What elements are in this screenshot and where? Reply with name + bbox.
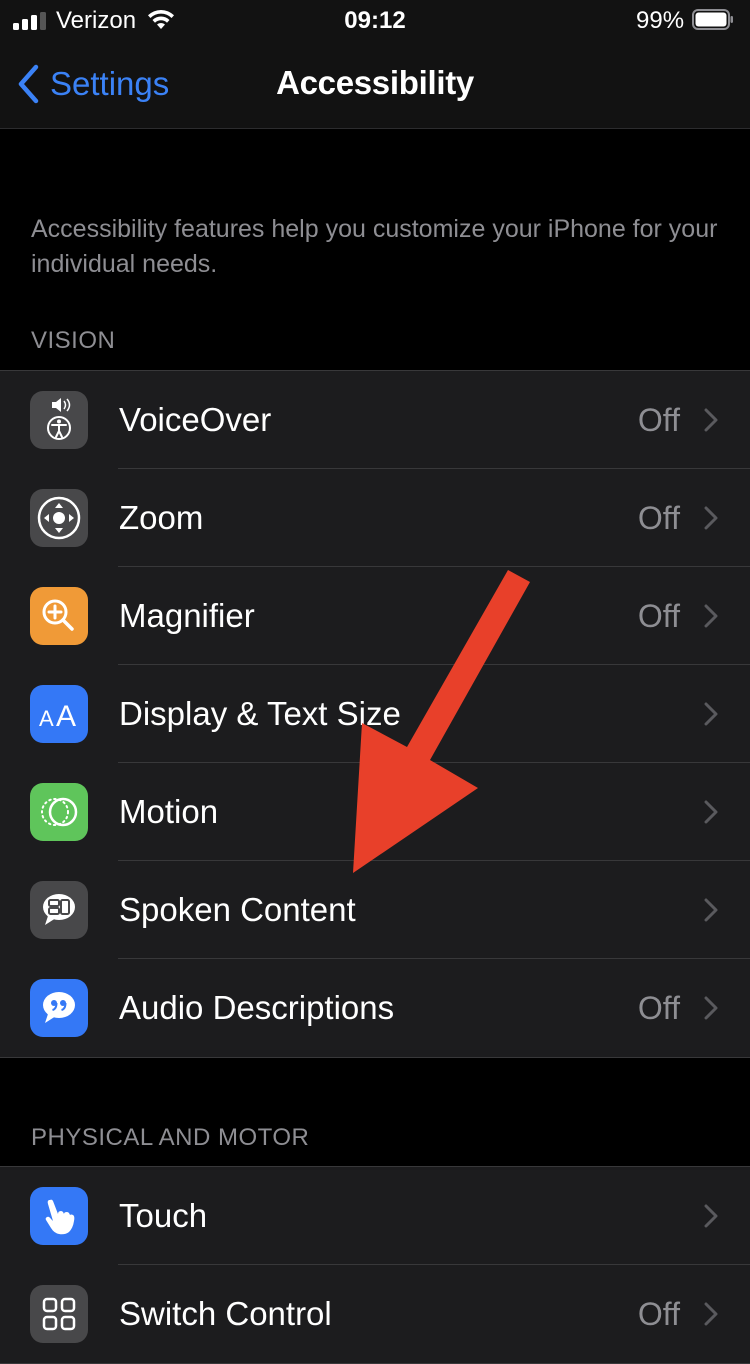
svg-text:A: A xyxy=(56,700,76,729)
text-size-icon: A A xyxy=(30,685,88,743)
chevron-right-icon xyxy=(704,1302,718,1326)
row-value: Off xyxy=(637,1296,680,1332)
chevron-right-icon xyxy=(704,506,718,530)
row-value: Off xyxy=(637,402,680,438)
row-value: Off xyxy=(637,500,680,536)
switch-control-icon xyxy=(30,1285,88,1343)
row-zoom[interactable]: Zoom Off xyxy=(0,469,750,567)
row-label: Magnifier xyxy=(119,597,255,634)
row-spoken-content[interactable]: Spoken Content xyxy=(0,861,750,959)
row-motion[interactable]: Motion xyxy=(0,763,750,861)
audio-descriptions-icon xyxy=(30,979,88,1037)
battery-icon xyxy=(692,9,733,30)
status-bar: Verizon 09:12 99% xyxy=(0,0,750,40)
touch-icon xyxy=(30,1187,88,1245)
row-value: Off xyxy=(637,990,680,1026)
row-label: Motion xyxy=(119,793,219,830)
svg-text:A: A xyxy=(39,706,54,729)
description-text: Accessibility features help you customiz… xyxy=(31,215,718,278)
row-audio-descriptions[interactable]: Audio Descriptions Off xyxy=(0,959,750,1057)
magnifier-icon xyxy=(30,587,88,645)
row-label: Spoken Content xyxy=(119,891,356,928)
row-voiceover[interactable]: VoiceOver Off xyxy=(0,371,750,469)
row-label: Audio Descriptions xyxy=(119,989,395,1026)
voiceover-icon xyxy=(30,391,88,449)
motion-icon xyxy=(30,783,88,841)
row-touch[interactable]: Touch xyxy=(0,1167,750,1265)
navigation-bar: Settings Accessibility xyxy=(0,40,750,129)
row-label: Display & Text Size xyxy=(119,695,401,732)
row-value: Off xyxy=(637,598,680,634)
chevron-right-icon xyxy=(704,408,718,432)
chevron-right-icon xyxy=(704,996,718,1020)
row-label: Touch xyxy=(119,1197,208,1234)
chevron-right-icon xyxy=(704,702,718,726)
row-label: VoiceOver xyxy=(119,401,272,438)
chevron-right-icon xyxy=(704,800,718,824)
chevron-right-icon xyxy=(704,1204,718,1228)
row-label: Zoom xyxy=(119,499,204,536)
chevron-right-icon xyxy=(704,604,718,628)
chevron-right-icon xyxy=(704,898,718,922)
physical-motor-group: Touch Switch Control Off xyxy=(0,1166,750,1364)
row-switch-control[interactable]: Switch Control Off xyxy=(0,1265,750,1363)
battery-percent: 99% xyxy=(636,7,685,34)
row-display-text-size[interactable]: A A Display & Text Size xyxy=(0,665,750,763)
vision-group: VoiceOver Off Zoom Off Magnifier Off A A… xyxy=(0,370,750,1058)
spoken-content-icon xyxy=(30,881,88,939)
page-title: Accessibility xyxy=(276,64,474,101)
row-magnifier[interactable]: Magnifier Off xyxy=(0,567,750,665)
section-header-vision: VISION xyxy=(31,327,116,354)
section-header-physical-motor: PHYSICAL AND MOTOR xyxy=(31,1124,310,1151)
row-label: Switch Control xyxy=(119,1295,332,1332)
zoom-icon xyxy=(30,489,88,547)
